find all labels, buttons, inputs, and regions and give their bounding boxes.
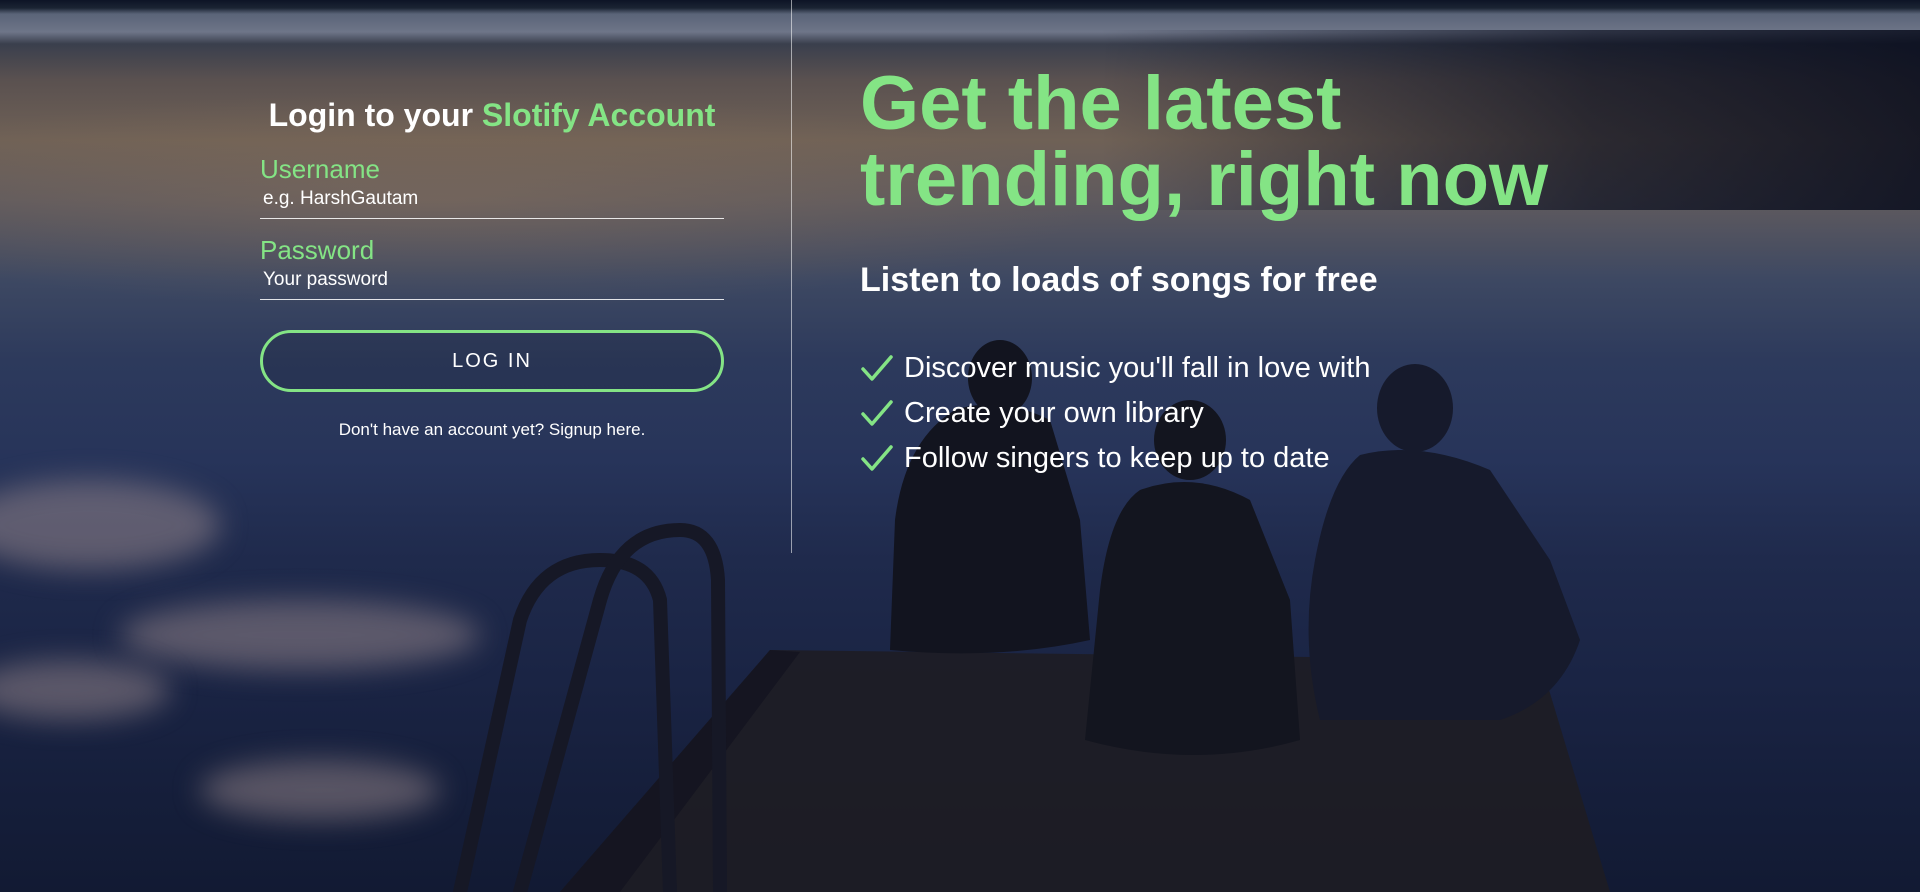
login-form: Login to your Slotify Account Username P… (260, 92, 724, 440)
checkmark-icon (861, 444, 893, 471)
login-page: Login to your Slotify Account Username P… (0, 0, 1920, 892)
login-title-prefix: Login to your (268, 97, 482, 133)
password-label: Password (260, 235, 375, 265)
checkmark-icon (861, 399, 893, 426)
username-label: Username (260, 154, 380, 184)
promo-section: Get the latest trending, right now Liste… (860, 66, 1860, 481)
feature-text: Follow singers to keep up to date (904, 442, 1330, 474)
column-divider (791, 0, 792, 553)
signup-link[interactable]: Don't have an account yet? Signup here. (260, 420, 724, 440)
username-input[interactable] (260, 184, 724, 219)
login-title-accent: Slotify Account (481, 97, 716, 133)
checkmark-icon (861, 354, 893, 381)
promo-headline-line-2: trending, right now (860, 137, 1549, 222)
password-input[interactable] (260, 265, 724, 300)
feature-text: Discover music you'll fall in love with (904, 352, 1371, 384)
promo-subtitle: Listen to loads of songs for free (860, 261, 1378, 299)
login-button[interactable]: LOG IN (260, 330, 724, 392)
login-title: Login to your Slotify Account (260, 92, 724, 138)
feature-item: Create your own library (860, 391, 1860, 436)
feature-text: Create your own library (904, 397, 1204, 429)
promo-headline-line-1: Get the latest (860, 61, 1342, 146)
feature-item: Discover music you'll fall in love with (860, 346, 1860, 391)
feature-item: Follow singers to keep up to date (860, 436, 1860, 481)
feature-list: Discover music you'll fall in love with … (860, 346, 1860, 481)
promo-headline: Get the latest trending, right now (860, 66, 1860, 218)
